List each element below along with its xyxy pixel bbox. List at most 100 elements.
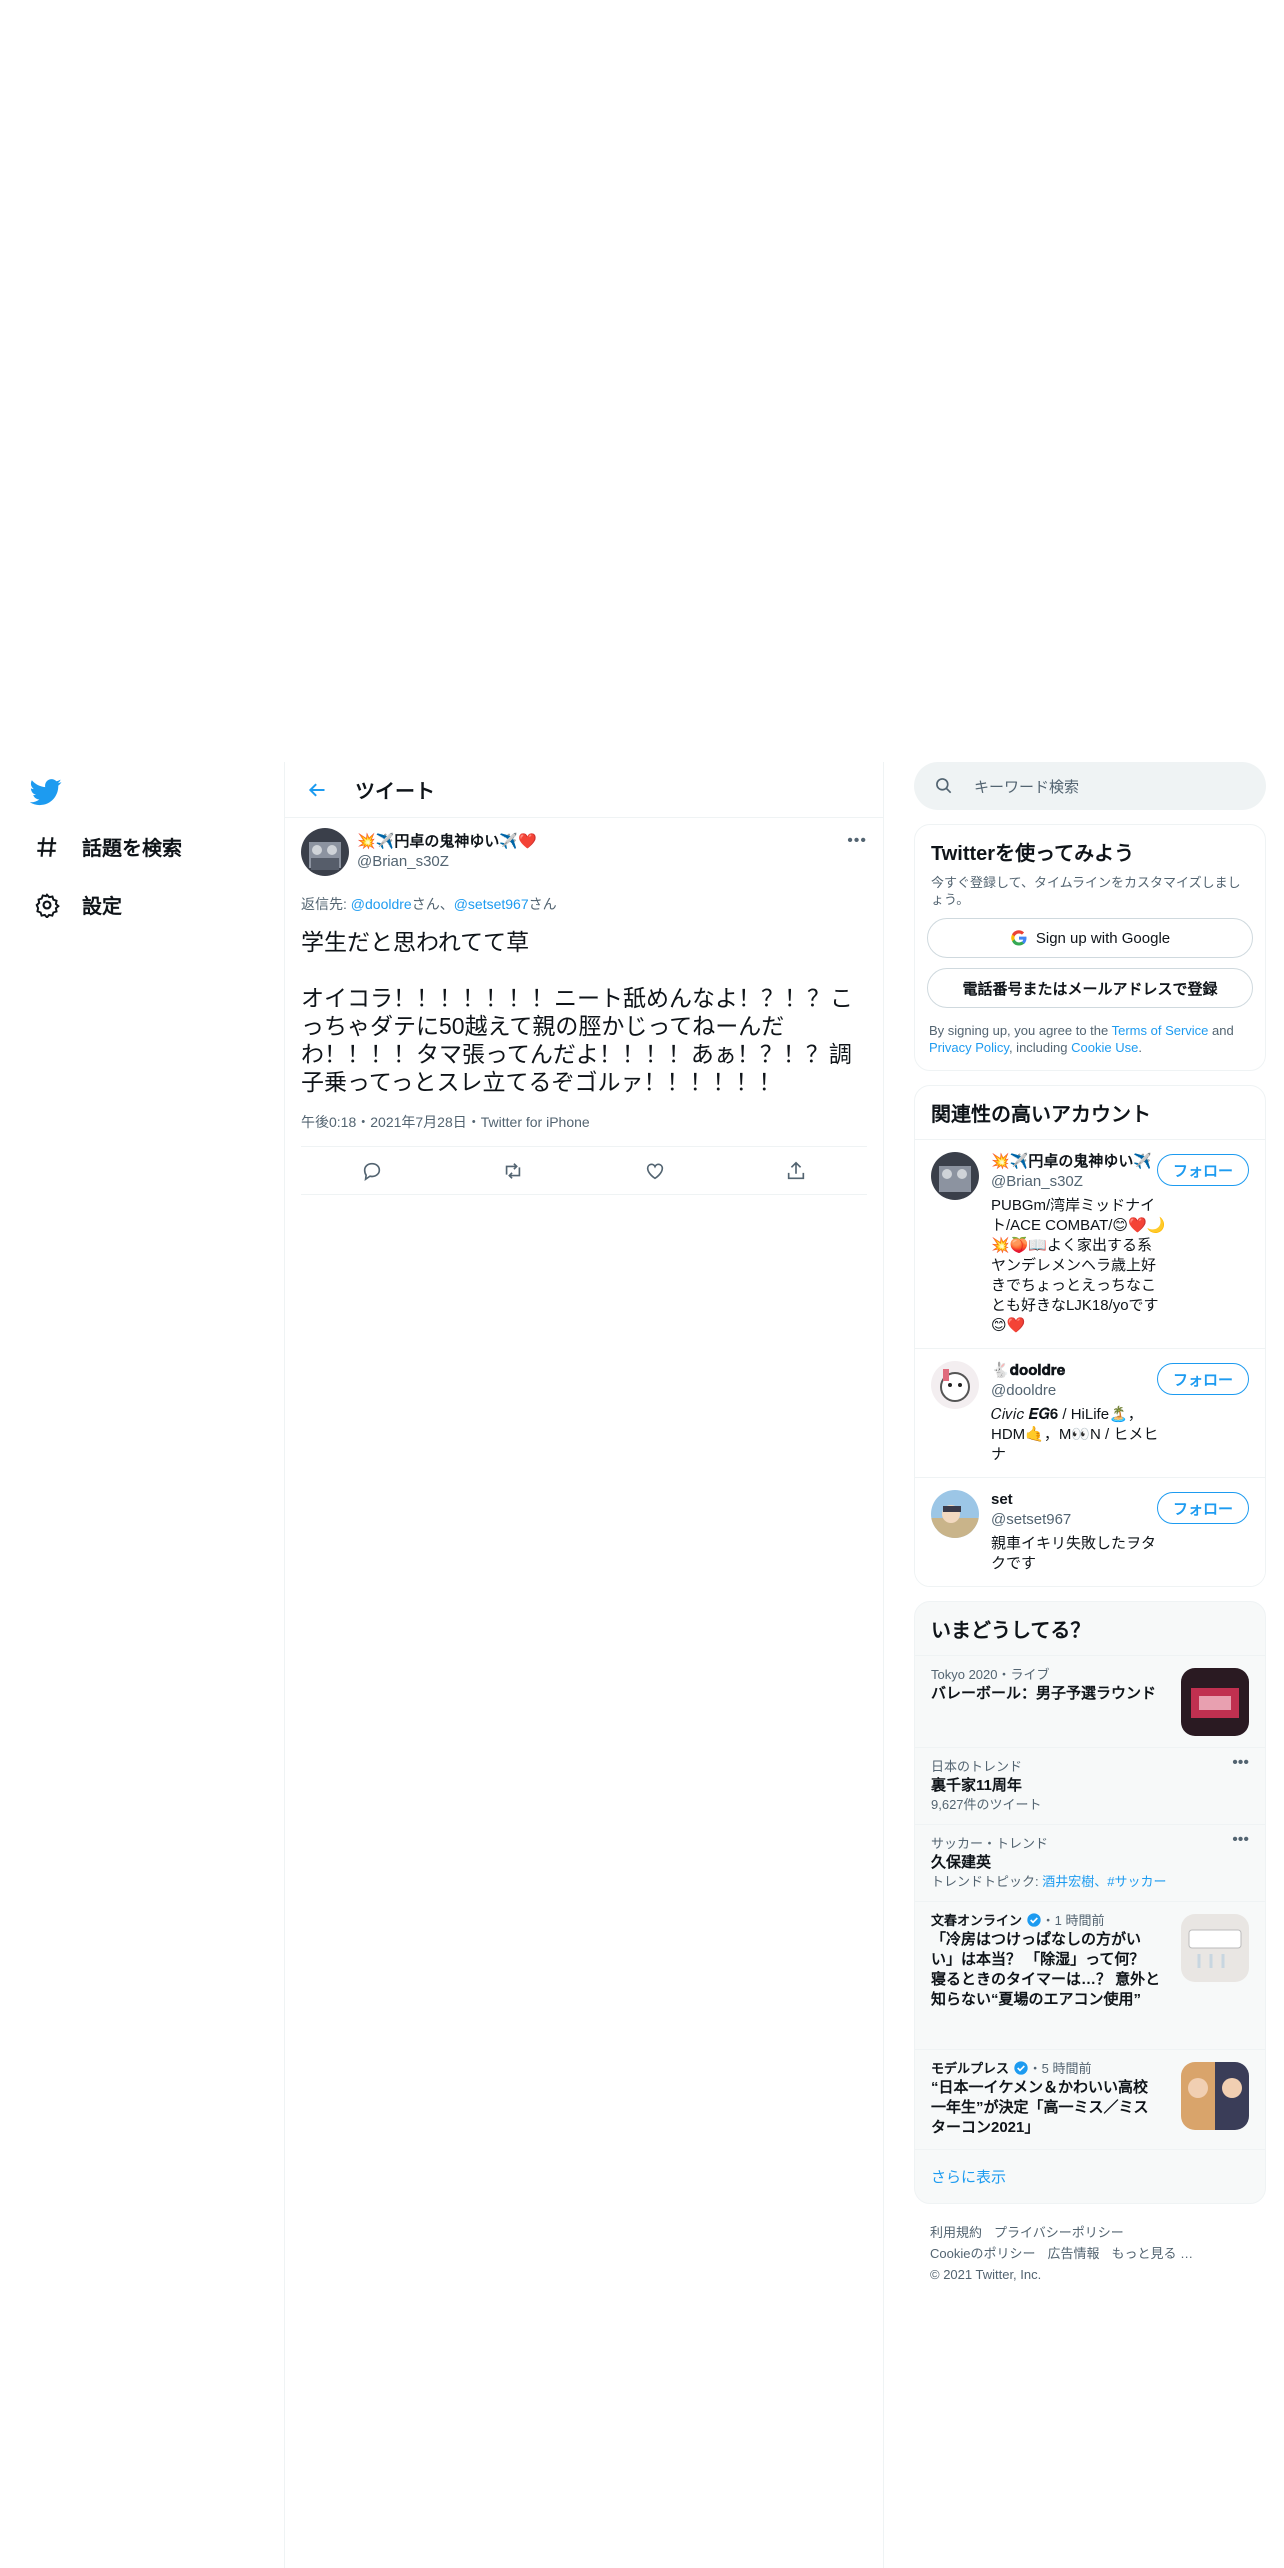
- trends-title: いまどうしてる？: [931, 1620, 1091, 1642]
- trends-panel: いまどうしてる？ Tokyo 2020・ライブ バレーボール：男子予選ラウンド …: [914, 1601, 1266, 2204]
- tweet-timestamp[interactable]: 午後0:18・2021年7月28日・Twitter for iPhone: [301, 1112, 867, 1147]
- account-handle[interactable]: @dooldre: [991, 1381, 1167, 1401]
- google-signup-label: Sign up with Google: [1035, 929, 1171, 947]
- tweet: 💥✈️円卓の鬼神ゆい✈️❤️ @Brian_s30Z ••• 返信先: @doo…: [285, 828, 883, 1195]
- footer-copyright: © 2021 Twitter, Inc.: [930, 2267, 1042, 2282]
- account-bio: 𝐶𝑖𝑣𝑖𝑐 𝑬𝑮𝟔 / HiLife🏝️，HDM🤙，M👀N / ヒメヒナ: [991, 1406, 1159, 1463]
- more-options-icon[interactable]: •••: [1232, 1754, 1249, 1772]
- trend-context: サッカー・トレンド: [931, 1836, 1049, 1851]
- tweet-author: 💥✈️円卓の鬼神ゆい✈️❤️ @Brian_s30Z •••: [301, 828, 867, 876]
- share-icon[interactable]: [785, 1160, 807, 1182]
- related-title: 関連性の高いアカウント: [931, 1104, 1151, 1126]
- reply-user-link[interactable]: @dooldre: [351, 896, 412, 912]
- reply-icon[interactable]: [361, 1160, 383, 1182]
- nav-settings-label: 設定: [82, 896, 122, 918]
- signup-title: Twitterを使ってみよう: [931, 843, 1135, 865]
- search-icon: [936, 778, 952, 794]
- avatar[interactable]: [931, 1490, 979, 1538]
- account-name[interactable]: 💥✈️円卓の鬼神ゆい✈️: [991, 1152, 1167, 1172]
- hashtag-icon: [37, 836, 57, 857]
- legal-text: .: [1138, 1040, 1142, 1055]
- trend-item[interactable]: Tokyo 2020・ライブ バレーボール：男子予選ラウンド: [915, 1655, 1265, 1747]
- account-bio: 親車イキリ失敗したヲタクです: [991, 1535, 1157, 1572]
- signup-subtitle: 今すぐ登録して、タイムラインをカスタマイズしましょう。: [931, 875, 1241, 907]
- account-handle[interactable]: @setset967: [991, 1510, 1167, 1530]
- trend-topics: トレンドトピック: 酒井宏樹、#サッカー: [931, 1873, 1249, 1891]
- reply-to: 返信先: @dooldreさん、@setset967さん: [301, 894, 867, 914]
- related-accounts-panel: 関連性の高いアカウント 💥✈️円卓の鬼神ゆい✈️ @Brian_s30Z PUB…: [914, 1085, 1266, 1587]
- retweet-icon[interactable]: [502, 1160, 524, 1182]
- trend-item[interactable]: ••• 日本のトレンド 裏千家11周年 9,627件のツイート: [915, 1747, 1265, 1824]
- follow-button[interactable]: フォロー: [1156, 1154, 1249, 1186]
- footer-cookie-link[interactable]: Cookieのポリシー: [930, 2246, 1035, 2261]
- privacy-link[interactable]: Privacy Policy: [929, 1040, 1009, 1055]
- like-icon[interactable]: [644, 1160, 666, 1182]
- terms-link[interactable]: Terms of Service: [1112, 1023, 1209, 1038]
- footer-terms-link[interactable]: 利用規約: [930, 2225, 982, 2240]
- news-thumbnail: [1181, 1914, 1249, 1982]
- account-item[interactable]: 💥✈️円卓の鬼神ゆい✈️ @Brian_s30Z PUBGm/湾岸ミッドナイト/…: [915, 1139, 1265, 1348]
- news-source: モデルプレス: [931, 2061, 1010, 2076]
- avatar[interactable]: [931, 1361, 979, 1409]
- topics-prefix: トレンドトピック:: [931, 1874, 1043, 1889]
- verified-icon: [1026, 1913, 1041, 1927]
- show-more-link[interactable]: さらに表示: [915, 2149, 1265, 2203]
- main-column: ツイート 💥✈️円卓の鬼神ゆい✈️❤️ @Brian_s30Z ••• 返信先:…: [284, 762, 884, 2568]
- news-item[interactable]: モデルプレス ・5 時間前 “日本一イケメン＆かわいい高校一年生”が決定「高一ミ…: [915, 2049, 1265, 2149]
- verified-icon: [1013, 2061, 1028, 2075]
- news-title: “日本一イケメン＆かわいい高校一年生”が決定「高一ミス／ミスターコン2021」: [931, 2079, 1149, 2136]
- footer-privacy-link[interactable]: プライバシーポリシー: [994, 2225, 1124, 2240]
- footer: 利用規約 プライバシーポリシー Cookieのポリシー 広告情報 もっと見る … © …: [914, 2204, 1266, 2303]
- search-placeholder: キーワード検索: [974, 778, 1080, 796]
- author-name[interactable]: 💥✈️円卓の鬼神ゆい✈️❤️: [357, 832, 537, 852]
- follow-button[interactable]: フォロー: [1156, 1492, 1249, 1524]
- footer-more-link[interactable]: もっと見る …: [1111, 2246, 1193, 2261]
- legal-text: and: [1208, 1023, 1234, 1038]
- account-handle[interactable]: @Brian_s30Z: [991, 1172, 1167, 1192]
- reply-prefix: 返信先:: [301, 896, 351, 912]
- tweet-actions: [301, 1147, 867, 1195]
- author-handle[interactable]: @Brian_s30Z: [357, 852, 537, 872]
- account-bio: PUBGm/湾岸ミッドナイト/ACE COMBAT/😊❤️🌙💥🍑📖よく家出する系…: [991, 1197, 1166, 1334]
- trend-context: 日本のトレンド: [931, 1759, 1023, 1774]
- reply-suffix: さん、: [411, 896, 454, 912]
- account-item[interactable]: set @setset967 親車イキリ失敗したヲタクです フォロー: [915, 1477, 1265, 1586]
- gear-icon: [35, 892, 60, 918]
- trend-title: 久保建英: [931, 1854, 992, 1871]
- trend-title: 裏千家11周年: [931, 1777, 1022, 1794]
- trend-thumbnail: [1181, 1668, 1249, 1736]
- more-options-icon[interactable]: •••: [847, 832, 867, 850]
- account-name[interactable]: 🐇𝐝𝐨𝐨𝐥𝐝𝐫𝐞: [991, 1361, 1167, 1381]
- tweet-text: 学生だと思われてて草 オイコラ！！！！！！！ニート舐めんなよ！？！？こっちゃダテ…: [301, 929, 853, 1095]
- phone-email-signup-button[interactable]: 電話番号またはメールアドレスで登録: [927, 968, 1253, 1008]
- account-item[interactable]: 🐇𝐝𝐨𝐨𝐥𝐝𝐫𝐞 @dooldre 𝐶𝑖𝑣𝑖𝑐 𝑬𝑮𝟔 / HiLife🏝️，H…: [915, 1348, 1265, 1477]
- avatar[interactable]: [931, 1152, 979, 1200]
- signup-legal: By signing up, you agree to the Terms of…: [915, 1008, 1265, 1070]
- google-icon: [1011, 930, 1027, 946]
- back-button[interactable]: [301, 774, 333, 806]
- page-title: ツイート: [355, 781, 435, 803]
- legal-text: , including: [1008, 1040, 1072, 1055]
- cookie-link[interactable]: Cookie Use: [1071, 1040, 1138, 1055]
- search-input[interactable]: キーワード検索: [914, 762, 1266, 810]
- signup-panel: Twitterを使ってみよう 今すぐ登録して、タイムラインをカスタマイズしましょ…: [914, 824, 1266, 1071]
- google-signup-button[interactable]: Sign up with Google: [927, 918, 1253, 958]
- account-name[interactable]: set: [991, 1490, 1167, 1510]
- legal-text: By signing up, you agree to the: [929, 1023, 1112, 1038]
- reply-user-link[interactable]: @setset967: [454, 896, 529, 912]
- twitter-logo-icon[interactable]: [30, 776, 62, 808]
- sidebar-right: キーワード検索 Twitterを使ってみよう 今すぐ登録して、タイムラインをカス…: [914, 762, 1266, 2303]
- footer-ads-link[interactable]: 広告情報: [1047, 2246, 1099, 2261]
- follow-button[interactable]: フォロー: [1156, 1363, 1249, 1395]
- trend-item[interactable]: ••• サッカー・トレンド 久保建英 トレンドトピック: 酒井宏樹、#サッカー: [915, 1824, 1265, 1901]
- news-item[interactable]: 文春オンライン ・1 時間前 「冷房はつけっぱなしの方がいい」は本当？ 「除湿」…: [915, 1901, 1265, 2049]
- topics-links[interactable]: 酒井宏樹、#サッカー: [1042, 1874, 1166, 1889]
- reply-suffix: さん: [528, 896, 557, 912]
- news-thumbnail: [1181, 2062, 1249, 2130]
- trend-count: 9,627件のツイート: [931, 1797, 1042, 1812]
- page-header: ツイート: [285, 762, 883, 818]
- nav-settings[interactable]: 設定: [34, 890, 122, 919]
- more-options-icon[interactable]: •••: [1232, 1831, 1249, 1849]
- avatar[interactable]: [301, 828, 349, 876]
- nav-explore[interactable]: 話題を検索: [34, 832, 182, 861]
